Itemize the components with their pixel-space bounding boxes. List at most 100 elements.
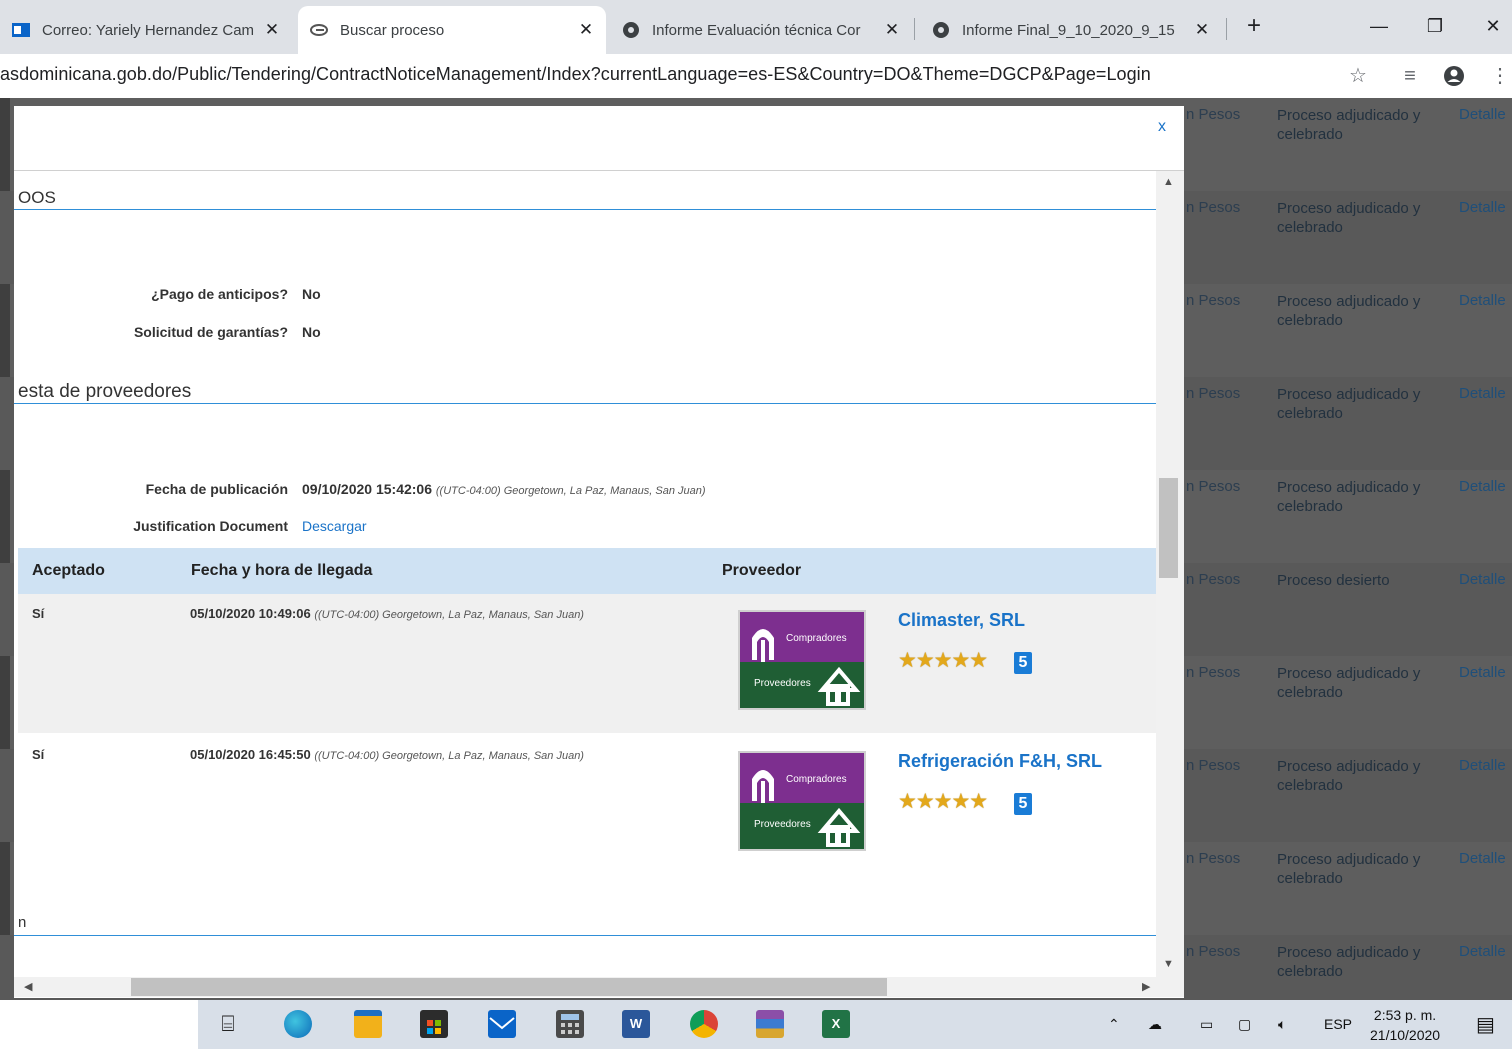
status-cell: Proceso adjudicado y celebrado bbox=[1277, 200, 1421, 236]
taskbar-search-area bbox=[0, 1000, 198, 1049]
profile-icon[interactable] bbox=[1440, 62, 1468, 90]
supplier-logo: Compradores Proveedores bbox=[738, 751, 866, 851]
logo-bottom-text: Proveedores bbox=[754, 678, 811, 689]
modal-header-divider bbox=[14, 170, 1184, 171]
mail-icon[interactable] bbox=[488, 1010, 516, 1038]
accepted-value: Sí bbox=[32, 747, 45, 762]
scroll-right-arrow-icon[interactable]: ▶ bbox=[1142, 980, 1150, 993]
supplier-logo: Compradores Proveedores bbox=[738, 610, 866, 710]
detail-link[interactable]: Detalle bbox=[1459, 478, 1506, 495]
close-icon[interactable]: ✕ bbox=[1190, 20, 1214, 40]
status-cell: Proceso adjudicado y celebrado bbox=[1277, 386, 1421, 422]
tab-correo[interactable]: Correo: Yariely Hernandez Cam ✕ bbox=[0, 6, 292, 54]
column-header-arrival-date[interactable]: Fecha y hora de llegada bbox=[191, 562, 372, 580]
arrival-date: 05/10/2020 10:49:06 ((UTC-04:00) Georget… bbox=[190, 606, 584, 621]
detail-link[interactable]: Detalle bbox=[1459, 943, 1506, 960]
tab-buscar-proceso[interactable]: Buscar proceso ✕ bbox=[298, 6, 606, 54]
tab-informe-final[interactable]: Informe Final_9_10_2020_9_15 ✕ bbox=[920, 6, 1222, 54]
detail-link[interactable]: Detalle bbox=[1459, 571, 1506, 588]
volume-icon[interactable]: 🔈︎ bbox=[1278, 1016, 1286, 1033]
network-warning-icon[interactable]: ☁ bbox=[1148, 1016, 1162, 1033]
language-indicator[interactable]: ESP bbox=[1324, 1016, 1352, 1032]
arrival-datetime: 05/10/2020 16:45:50 bbox=[190, 747, 311, 762]
minimize-icon[interactable]: — bbox=[1356, 8, 1402, 44]
scroll-left-arrow-icon[interactable]: ◀ bbox=[24, 980, 32, 993]
modal-close-button[interactable]: x bbox=[1158, 118, 1166, 136]
scroll-down-arrow-icon[interactable]: ▼ bbox=[1163, 958, 1174, 970]
publication-date: 09/10/2020 15:42:06 bbox=[302, 481, 432, 497]
section-title-pagos: OOS bbox=[18, 188, 56, 207]
detail-link[interactable]: Detalle bbox=[1459, 292, 1506, 309]
calculator-icon[interactable] bbox=[556, 1010, 584, 1038]
tab-informe-evaluacion[interactable]: Informe Evaluación técnica Cor ✕ bbox=[610, 6, 912, 54]
status-cell: Proceso adjudicado y celebrado bbox=[1277, 107, 1421, 143]
menu-icon[interactable]: ⋮ bbox=[1486, 62, 1512, 90]
supplier-name-link[interactable]: Climaster, SRL bbox=[898, 610, 1025, 631]
tab-separator bbox=[1226, 18, 1227, 40]
currency-cell: n Pesos bbox=[1186, 571, 1241, 588]
clock-time: 2:53 p. m. bbox=[1373, 1007, 1437, 1023]
chrome-icon[interactable] bbox=[690, 1010, 718, 1038]
detail-link[interactable]: Detalle bbox=[1459, 664, 1506, 681]
detail-link[interactable]: Detalle bbox=[1459, 106, 1506, 123]
clock-date: 21/10/2020 bbox=[1370, 1027, 1441, 1043]
task-view-icon[interactable]: ⌸ bbox=[214, 1010, 242, 1038]
detail-link[interactable]: Detalle bbox=[1459, 850, 1506, 867]
scroll-up-arrow-icon[interactable]: ▲ bbox=[1163, 176, 1174, 188]
status-cell: Proceso adjudicado y celebrado bbox=[1277, 944, 1421, 980]
new-tab-icon[interactable]: + bbox=[1240, 12, 1268, 40]
table-row: Sí 05/10/2020 10:49:06 ((UTC-04:00) Geor… bbox=[18, 594, 1156, 733]
status-cell: Proceso adjudicado y celebrado bbox=[1277, 758, 1421, 794]
publication-date-value: 09/10/2020 15:42:06 ((UTC-04:00) Georget… bbox=[302, 481, 706, 497]
close-icon[interactable]: ✕ bbox=[880, 20, 904, 40]
detail-link[interactable]: Detalle bbox=[1459, 757, 1506, 774]
file-explorer-icon[interactable] bbox=[354, 1010, 382, 1038]
address-bar[interactable]: asdominicana.gob.do/Public/Tendering/Con… bbox=[0, 64, 1151, 85]
notifications-icon[interactable]: ▤ bbox=[1476, 1012, 1495, 1037]
publication-date-label: Fecha de publicación bbox=[145, 481, 288, 497]
excel-icon[interactable]: X bbox=[822, 1010, 850, 1038]
detail-link[interactable]: Detalle bbox=[1459, 199, 1506, 216]
window-close-icon[interactable]: ✕ bbox=[1470, 8, 1512, 44]
store-icon[interactable] bbox=[420, 1010, 448, 1038]
table-row: Sí 05/10/2020 16:45:50 ((UTC-04:00) Geor… bbox=[18, 735, 1156, 874]
edge-icon[interactable] bbox=[284, 1010, 312, 1038]
justification-label: Justification Document bbox=[133, 518, 288, 534]
vertical-scroll-thumb[interactable] bbox=[1159, 478, 1178, 578]
advance-payment-label: ¿Pago de anticipos? bbox=[151, 286, 288, 302]
restore-icon[interactable]: ❐ bbox=[1412, 8, 1458, 44]
download-link[interactable]: Descargar bbox=[302, 518, 367, 534]
reading-list-icon[interactable]: ≡ bbox=[1396, 62, 1424, 90]
star-icon[interactable]: ☆ bbox=[1344, 62, 1372, 90]
browser-tab-strip: Correo: Yariely Hernandez Cam ✕ Buscar p… bbox=[0, 0, 1512, 54]
status-cell: Proceso adjudicado y celebrado bbox=[1277, 665, 1421, 701]
section-divider bbox=[14, 935, 1156, 936]
word-icon[interactable]: W bbox=[622, 1010, 650, 1038]
tab-title: Informe Final_9_10_2020_9_15 bbox=[962, 21, 1175, 39]
currency-cell: n Pesos bbox=[1186, 757, 1241, 774]
battery-icon[interactable]: ▭ bbox=[1200, 1016, 1213, 1033]
column-header-accepted[interactable]: Aceptado bbox=[32, 562, 105, 580]
logo-top-text: Compradores bbox=[786, 774, 847, 785]
currency-cell: n Pesos bbox=[1186, 292, 1241, 309]
close-icon[interactable]: ✕ bbox=[574, 20, 598, 40]
column-header-supplier[interactable]: Proveedor bbox=[722, 562, 801, 580]
show-hidden-icons-icon[interactable]: ⌃ bbox=[1108, 1016, 1120, 1033]
arrival-date: 05/10/2020 16:45:50 ((UTC-04:00) Georget… bbox=[190, 747, 584, 762]
taskbar-clock[interactable]: 2:53 p. m. 21/10/2020 bbox=[1370, 1005, 1440, 1045]
detail-link[interactable]: Detalle bbox=[1459, 385, 1506, 402]
arrival-timezone: ((UTC-04:00) Georgetown, La Paz, Manaus,… bbox=[314, 750, 584, 762]
tab-separator bbox=[914, 18, 915, 40]
close-icon[interactable]: ✕ bbox=[260, 20, 284, 40]
status-cell: Proceso adjudicado y celebrado bbox=[1277, 479, 1421, 515]
supplier-name-link[interactable]: Refrigeración F&H, SRL bbox=[898, 751, 1102, 772]
rating-badge: 5 bbox=[1014, 793, 1032, 815]
winrar-icon[interactable] bbox=[756, 1010, 784, 1038]
section-divider bbox=[14, 209, 1156, 210]
dgcp-icon bbox=[310, 21, 328, 39]
horizontal-scroll-thumb[interactable] bbox=[131, 978, 887, 996]
logo-bottom-text: Proveedores bbox=[754, 819, 811, 830]
currency-cell: n Pesos bbox=[1186, 664, 1241, 681]
outlook-icon bbox=[12, 21, 30, 39]
display-icon[interactable]: ▢ bbox=[1238, 1016, 1251, 1033]
